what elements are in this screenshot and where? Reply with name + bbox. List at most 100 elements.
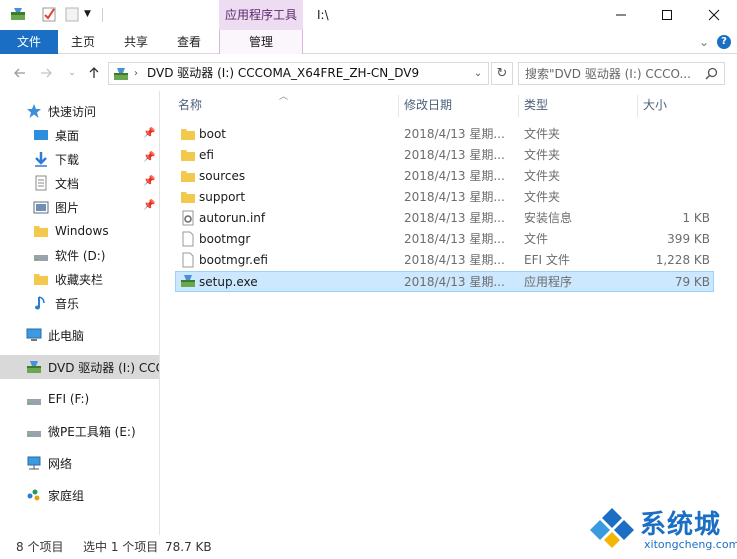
breadcrumb[interactable]: DVD 驱动器 (I:) CCCOMA_X64FRE_ZH-CN_DV9 <box>147 63 419 84</box>
sidebar-item-homegroup[interactable]: 家庭组 <box>0 483 159 507</box>
pin-icon[interactable]: 📌 <box>143 152 155 163</box>
network-icon <box>26 455 42 471</box>
document-icon <box>33 175 49 191</box>
address-bar[interactable]: › DVD 驱动器 (I:) CCCOMA_X64FRE_ZH-CN_DV9 <box>108 62 489 85</box>
pin-icon[interactable]: 📌 <box>143 128 155 139</box>
search-icon[interactable] <box>705 67 718 83</box>
sidebar-item-documents[interactable]: 文档 📌 <box>0 171 159 195</box>
drive-icon <box>26 423 42 439</box>
customize-dropdown-icon[interactable]: ▼ <box>84 9 100 25</box>
folder-icon <box>180 147 196 163</box>
help-icon[interactable]: ? <box>717 35 731 49</box>
search-box[interactable] <box>518 62 725 85</box>
sidebar-item-label: 下载 <box>55 152 80 167</box>
column-header-date[interactable]: 修改日期 <box>387 91 518 119</box>
pin-icon[interactable]: 📌 <box>143 200 155 211</box>
file-row-efi[interactable]: efi 2018/4/13 星期... 文件夹 <box>175 145 714 166</box>
file-name: sources <box>199 169 246 183</box>
tab-share[interactable]: 共享 <box>115 30 157 54</box>
file-name: bootmgr <box>199 232 251 246</box>
file-list: ︿ 名称 修改日期 类型 大小 boot 2018/4/13 星期... 文件夹… <box>161 91 737 535</box>
folder-icon <box>33 223 49 239</box>
up-button[interactable] <box>84 63 104 83</box>
folder-icon <box>180 168 196 184</box>
sidebar-item-label: DVD 驱动器 (I:) CCC <box>48 360 160 375</box>
file-type: 文件夹 <box>524 190 561 204</box>
close-button[interactable] <box>691 0 737 30</box>
back-button[interactable] <box>10 63 30 83</box>
sidebar-item-software-d[interactable]: 软件 (D:) <box>0 243 159 267</box>
tab-file[interactable]: 文件 <box>0 30 58 54</box>
file-type: 安装信息 <box>524 211 573 225</box>
sidebar-item-quick-access[interactable]: 快速访问 <box>0 99 159 123</box>
file-name: efi <box>199 148 214 162</box>
sidebar-item-pictures[interactable]: 图片 📌 <box>0 195 159 219</box>
desktop-icon <box>33 127 49 143</box>
selection-count: 选中 1 个项目 <box>83 540 159 554</box>
ribbon-tabs: 文件 主页 共享 查看 管理 ⌄ ? <box>0 30 737 54</box>
folder-icon <box>180 189 196 205</box>
pin-icon[interactable]: 📌 <box>143 176 155 187</box>
sidebar-item-network[interactable]: 网络 <box>0 451 159 475</box>
breadcrumb-separator-icon[interactable]: › <box>134 63 138 84</box>
homegroup-icon <box>26 487 42 503</box>
sidebar-item-dvd-drive[interactable]: DVD 驱动器 (I:) CCC <box>0 355 160 379</box>
drive-setup-icon[interactable] <box>10 6 26 22</box>
watermark-url: xitongcheng.com <box>644 538 737 551</box>
file-row-support[interactable]: support 2018/4/13 星期... 文件夹 <box>175 187 714 208</box>
file-date: 2018/4/13 星期... <box>404 127 505 141</box>
sidebar-item-favorites-bar[interactable]: 收藏夹栏 <box>0 267 159 291</box>
column-header-type[interactable]: 类型 <box>507 91 638 119</box>
tab-home[interactable]: 主页 <box>62 30 104 54</box>
file-row-boot[interactable]: boot 2018/4/13 星期... 文件夹 <box>175 124 714 145</box>
sidebar-item-label: 收藏夹栏 <box>55 272 104 287</box>
file-row-bootmgr[interactable]: bootmgr 2018/4/13 星期... 文件 399 KB <box>175 229 714 250</box>
file-size: 79 KB <box>674 275 710 289</box>
dvd-drive-icon <box>113 66 129 85</box>
properties-icon[interactable] <box>41 6 57 22</box>
column-header-size[interactable]: 大小 <box>626 91 716 119</box>
logo-diamond-icon <box>590 508 634 548</box>
sidebar-item-label: 家庭组 <box>48 488 85 503</box>
file-row-setup-exe[interactable]: setup.exe 2018/4/13 星期... 应用程序 79 KB <box>175 271 714 292</box>
file-row-bootmgr-efi[interactable]: bootmgr.efi 2018/4/13 星期... EFI 文件 1,228… <box>175 250 714 271</box>
file-name: bootmgr.efi <box>199 253 268 267</box>
sidebar-item-windows[interactable]: Windows <box>0 219 159 243</box>
column-header-name[interactable]: 名称 <box>161 91 398 119</box>
file-icon <box>180 231 196 247</box>
tab-manage[interactable]: 管理 <box>219 30 303 54</box>
file-row-sources[interactable]: sources 2018/4/13 星期... 文件夹 <box>175 166 714 187</box>
music-icon <box>33 295 49 311</box>
drive-icon <box>33 247 49 263</box>
forward-button[interactable] <box>36 63 56 83</box>
tab-view[interactable]: 查看 <box>168 30 210 54</box>
file-date: 2018/4/13 星期... <box>404 169 505 183</box>
refresh-button[interactable]: ↻ <box>491 62 513 85</box>
file-date: 2018/4/13 星期... <box>404 148 505 162</box>
file-date: 2018/4/13 星期... <box>404 190 505 204</box>
computer-icon <box>26 327 42 343</box>
sidebar-item-desktop[interactable]: 桌面 📌 <box>0 123 159 147</box>
file-name: setup.exe <box>199 275 258 289</box>
sidebar-item-this-pc[interactable]: 此电脑 <box>0 323 159 347</box>
file-type: 文件夹 <box>524 127 561 141</box>
file-row-autorun[interactable]: autorun.inf 2018/4/13 星期... 安装信息 1 KB <box>175 208 714 229</box>
sidebar-item-music[interactable]: 音乐 <box>0 291 159 315</box>
file-size: 399 KB <box>667 232 710 246</box>
maximize-button[interactable] <box>644 0 690 30</box>
file-name: autorun.inf <box>199 211 266 225</box>
sidebar-item-wepe-e[interactable]: 微PE工具箱 (E:) <box>0 419 159 443</box>
search-input[interactable] <box>525 65 700 82</box>
sidebar-item-downloads[interactable]: 下载 📌 <box>0 147 159 171</box>
sidebar-item-efi-f[interactable]: EFI (F:) <box>0 387 159 411</box>
recent-locations-dropdown[interactable]: ⌄ <box>62 63 82 83</box>
expand-ribbon-icon[interactable]: ⌄ <box>699 35 709 49</box>
file-icon <box>180 252 196 268</box>
file-date: 2018/4/13 星期... <box>404 232 505 246</box>
sidebar-item-label: 此电脑 <box>48 328 85 343</box>
watermark-logo: 系统城 xitongcheng.com <box>582 500 737 559</box>
new-folder-icon[interactable] <box>64 6 80 22</box>
navigation-pane: 快速访问 桌面 📌 下载 📌 文档 📌 图片 📌 Windows 软件 (D:)… <box>0 91 160 535</box>
minimize-button[interactable] <box>598 0 644 30</box>
address-dropdown[interactable]: ⌄ <box>468 62 488 85</box>
